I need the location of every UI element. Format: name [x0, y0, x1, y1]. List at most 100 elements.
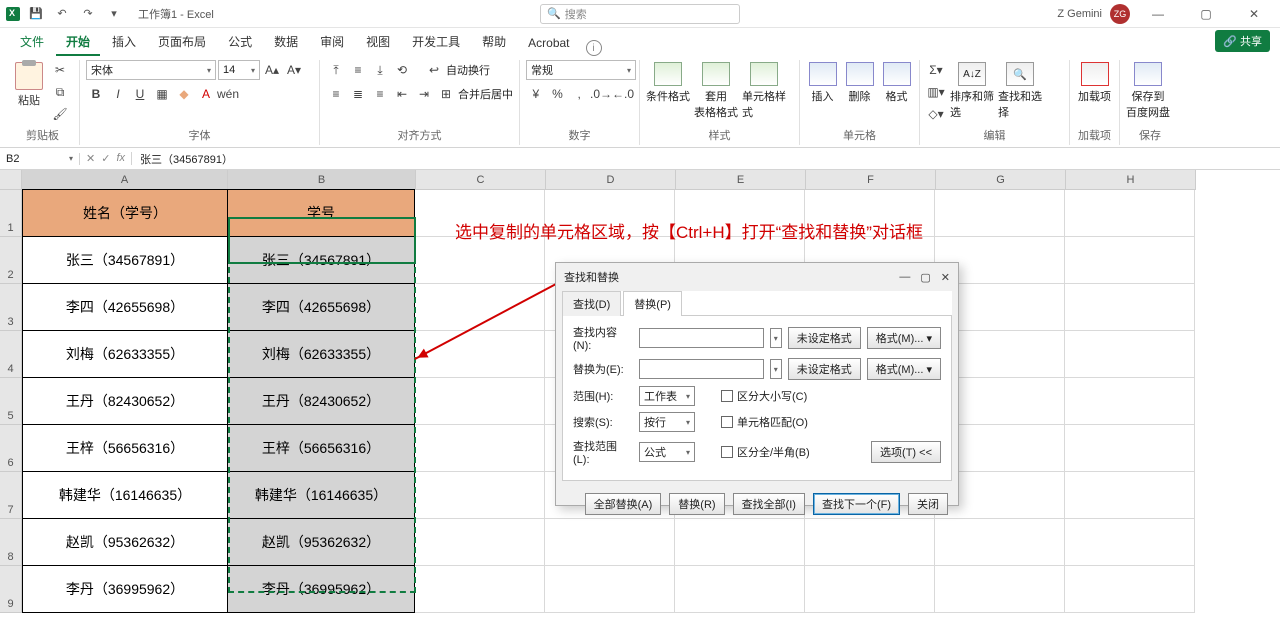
- dialog-minimize-icon[interactable]: —: [899, 271, 910, 284]
- fill-color-button[interactable]: ◆: [174, 84, 194, 104]
- cell[interactable]: [805, 519, 935, 566]
- tab-replace-p[interactable]: 替换(P): [623, 291, 682, 316]
- increase-font-icon[interactable]: A▴: [262, 60, 282, 80]
- cell[interactable]: [935, 519, 1065, 566]
- indent-dec-icon[interactable]: ⇤: [392, 84, 412, 104]
- row-header-corner[interactable]: [0, 170, 22, 190]
- sort-filter-button[interactable]: A↓Z排序和筛选: [950, 60, 994, 120]
- format-button[interactable]: 格式: [880, 60, 913, 104]
- cell[interactable]: [935, 190, 1065, 237]
- tab-dev[interactable]: 开发工具: [402, 29, 470, 56]
- align-right-icon[interactable]: ≡: [370, 84, 390, 104]
- cell[interactable]: 李丹（36995962）: [22, 565, 228, 613]
- dialog-maximize-icon[interactable]: ▢: [920, 271, 930, 284]
- cell[interactable]: 学号: [227, 189, 415, 237]
- tab-help[interactable]: 帮助: [472, 29, 516, 56]
- bold-button[interactable]: B: [86, 84, 106, 104]
- font-color-button[interactable]: A: [196, 84, 216, 104]
- cell[interactable]: 赵凯（95362632）: [22, 518, 228, 566]
- lookin-select[interactable]: 公式▾: [639, 442, 695, 462]
- replace-with-input[interactable]: [639, 359, 764, 379]
- tab-acrobat[interactable]: Acrobat: [518, 32, 579, 56]
- cell[interactable]: [415, 519, 545, 566]
- cell[interactable]: 王丹（82430652）: [22, 377, 228, 425]
- within-select[interactable]: 工作表▾: [639, 386, 695, 406]
- tab-layout[interactable]: 页面布局: [148, 29, 216, 56]
- border-button[interactable]: ▦: [152, 84, 172, 104]
- cond-format-button[interactable]: 条件格式: [646, 60, 690, 104]
- italic-button[interactable]: I: [108, 84, 128, 104]
- dec-decimal-icon[interactable]: ←.0: [613, 84, 633, 104]
- cell[interactable]: [415, 425, 545, 472]
- maximize-icon[interactable]: ▢: [1186, 0, 1226, 28]
- cell[interactable]: 张三（34567891）: [227, 236, 415, 284]
- cell[interactable]: [1065, 284, 1195, 331]
- paste-button[interactable]: 粘贴: [12, 60, 46, 108]
- orientation-icon[interactable]: ⟲: [392, 60, 412, 80]
- col-header-B[interactable]: B: [228, 170, 416, 190]
- undo-icon[interactable]: ↶: [52, 4, 72, 24]
- comments-icon[interactable]: i: [586, 40, 602, 56]
- cell[interactable]: 姓名（学号）: [22, 189, 228, 237]
- cell[interactable]: 李丹（36995962）: [227, 565, 415, 613]
- comma-icon[interactable]: ,: [569, 84, 589, 104]
- percent-icon[interactable]: %: [548, 84, 568, 104]
- cell[interactable]: [1065, 566, 1195, 613]
- replace-all-button[interactable]: 全部替换(A): [585, 493, 662, 515]
- tab-find-d[interactable]: 查找(D): [562, 291, 621, 316]
- cell[interactable]: [545, 566, 675, 613]
- find-next-button[interactable]: 查找下一个(F): [813, 493, 900, 515]
- currency-icon[interactable]: ¥: [526, 84, 546, 104]
- col-header-H[interactable]: H: [1066, 170, 1196, 190]
- cancel-formula-icon[interactable]: ✕: [86, 152, 95, 165]
- dialog-close-icon[interactable]: ✕: [941, 271, 950, 284]
- match-width-checkbox[interactable]: 区分全/半角(B): [721, 444, 810, 460]
- cell[interactable]: [1065, 331, 1195, 378]
- addon-button[interactable]: 加载项: [1076, 60, 1113, 104]
- close-button[interactable]: 关闭: [908, 493, 948, 515]
- cell[interactable]: [415, 378, 545, 425]
- align-middle-icon[interactable]: ≡: [348, 60, 368, 80]
- row-header-6[interactable]: 6: [0, 425, 22, 472]
- cell[interactable]: 刘梅（62633355）: [22, 330, 228, 378]
- table-format-button[interactable]: 套用 表格格式: [694, 60, 738, 120]
- cell[interactable]: 刘梅（62633355）: [227, 330, 415, 378]
- phonetic-button[interactable]: wén: [218, 84, 238, 104]
- cell[interactable]: [415, 566, 545, 613]
- find-select-button[interactable]: 🔍查找和选择: [998, 60, 1042, 120]
- font-name-select[interactable]: 宋体▾: [86, 60, 216, 80]
- cell[interactable]: 韩建华（16146635）: [22, 471, 228, 519]
- insert-button[interactable]: 插入: [806, 60, 839, 104]
- tab-home[interactable]: 开始: [56, 29, 100, 56]
- cell[interactable]: 王丹（82430652）: [227, 377, 415, 425]
- replace-dropdown[interactable]: ▾: [770, 359, 782, 379]
- cell[interactable]: 李四（42655698）: [227, 283, 415, 331]
- merge-label[interactable]: 合并后居中: [458, 86, 513, 102]
- wrap-icon[interactable]: ↩: [424, 60, 444, 80]
- cell[interactable]: 王梓（56656316）: [22, 424, 228, 472]
- qat-more-icon[interactable]: ▾: [104, 4, 124, 24]
- align-bottom-icon[interactable]: ⤓: [370, 60, 390, 80]
- row-header-8[interactable]: 8: [0, 519, 22, 566]
- minimize-icon[interactable]: —: [1138, 0, 1178, 28]
- row-header-9[interactable]: 9: [0, 566, 22, 613]
- cell[interactable]: [1065, 237, 1195, 284]
- cell[interactable]: [1065, 425, 1195, 472]
- autosum-icon[interactable]: Σ▾: [926, 60, 946, 80]
- cell[interactable]: [675, 566, 805, 613]
- options-button[interactable]: 选项(T) <<: [871, 441, 941, 463]
- wrap-label[interactable]: 自动换行: [446, 62, 490, 78]
- match-cell-checkbox[interactable]: 单元格匹配(O): [721, 414, 808, 430]
- name-box[interactable]: B2▾: [0, 153, 80, 165]
- row-header-2[interactable]: 2: [0, 237, 22, 284]
- tab-formula[interactable]: 公式: [218, 29, 262, 56]
- redo-icon[interactable]: ↷: [78, 4, 98, 24]
- tab-review[interactable]: 审阅: [310, 29, 354, 56]
- col-header-C[interactable]: C: [416, 170, 546, 190]
- clear-icon[interactable]: ◇▾: [926, 104, 946, 124]
- cut-icon[interactable]: ✂: [50, 60, 70, 80]
- row-header-7[interactable]: 7: [0, 472, 22, 519]
- row-header-3[interactable]: 3: [0, 284, 22, 331]
- fx-icon[interactable]: fx: [116, 152, 125, 165]
- col-header-D[interactable]: D: [546, 170, 676, 190]
